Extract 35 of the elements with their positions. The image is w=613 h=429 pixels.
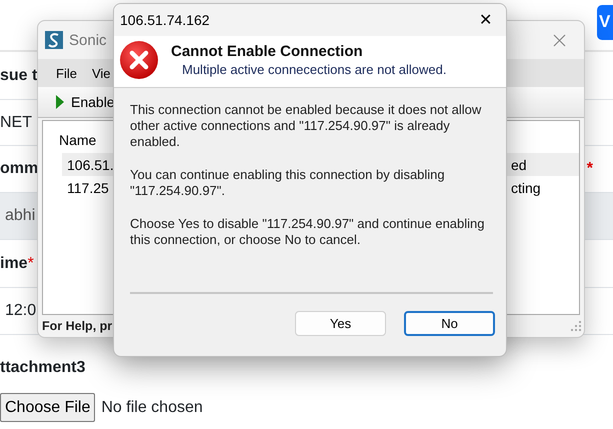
play-icon [56, 95, 64, 109]
dialog-message: Choose Yes to disable "117.254.90.97" and continue enabling this connection, or choose No to cancel. [130, 216, 486, 248]
connection-status: ed [511, 156, 528, 172]
dialog-heading: Cannot Enable Connection [171, 43, 364, 60]
connection-name: 106.51. [67, 156, 114, 172]
toolbar-button[interactable]: Enable [71, 94, 115, 110]
dialog-subheading: Multiple active connecections are not allowed. [181, 62, 446, 77]
connection-name: 117.25 [67, 180, 109, 196]
field-label: ttachment3 [0, 359, 86, 378]
app-logo-icon [45, 31, 63, 49]
field-value: 12:0 [5, 302, 36, 320]
choose-file-button[interactable]: Choose File [0, 393, 96, 422]
header-button[interactable]: V [597, 5, 613, 40]
connection-status: cting [511, 180, 542, 196]
close-button[interactable]: ✕ [477, 10, 494, 30]
required-mark: * [586, 160, 593, 178]
status-bar-text: For Help, pr [42, 319, 112, 333]
field-label: omm [0, 160, 38, 178]
field-label: sue t [0, 66, 38, 84]
input-field[interactable]: abhi [5, 207, 36, 225]
dialog-message: You can continue enabling this connection by disabling "117.254.90.97". [130, 167, 446, 199]
menu-item[interactable]: Vie [92, 66, 111, 80]
file-status: No file chosen [101, 398, 203, 416]
field-label: ime* [0, 254, 34, 272]
menu-item[interactable]: File [56, 66, 77, 80]
error-icon [119, 40, 159, 80]
close-icon[interactable] [553, 34, 566, 46]
dialog-button[interactable]: Yes [295, 311, 386, 336]
window-title: Sonic [69, 32, 107, 48]
field-value: NET [0, 114, 32, 132]
resize-grip-icon[interactable] [571, 321, 581, 331]
dialog-button[interactable]: No [404, 311, 495, 336]
dialog-title: 106.51.74.162 [120, 12, 210, 28]
column-header[interactable]: Name [59, 132, 96, 148]
dialog-message: This connection cannot be enabled because it does not allow other active connections and "117.254.90.97" is already enabled. [130, 102, 482, 150]
